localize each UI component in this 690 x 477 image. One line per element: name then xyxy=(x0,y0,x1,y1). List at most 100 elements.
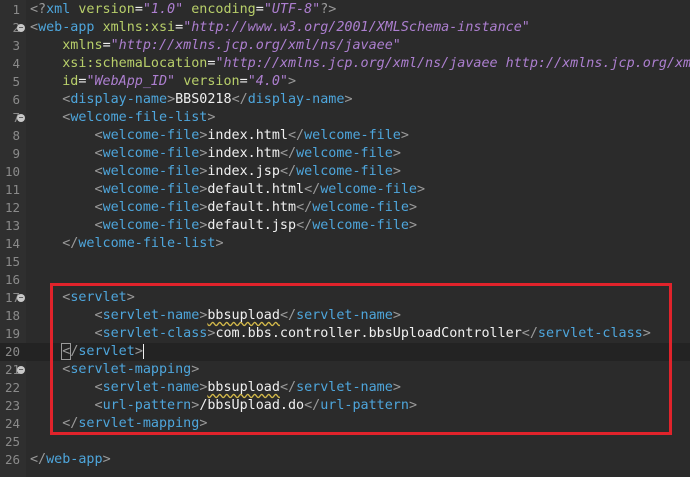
code-line[interactable]: 4 xsi:schemaLocation="http://xmlns.jcp.o… xyxy=(0,55,690,73)
line-number: 10 xyxy=(4,164,20,179)
bracket-token: > xyxy=(288,74,297,89)
attribute-token: xsi:schemaLocation xyxy=(62,56,208,71)
attribute-token: version xyxy=(183,74,240,89)
line-number: 4 xyxy=(12,56,20,71)
line-number: 19 xyxy=(4,326,20,341)
tag-name-token: welcome-file xyxy=(102,182,200,197)
line-number: 24 xyxy=(4,416,20,431)
line-number: 13 xyxy=(4,218,20,233)
line-number: 20 xyxy=(4,344,20,359)
tag-name-token: welcome-file xyxy=(102,164,200,179)
code-line[interactable]: 13 <welcome-file>default.jsp</welcome-fi… xyxy=(0,217,690,235)
code-line[interactable]: 12 <welcome-file>default.htm</welcome-fi… xyxy=(0,199,690,217)
code-text: <welcome-file>index.jsp</welcome-file> xyxy=(30,163,401,181)
attribute-value-token: "http://xmlns.jcp.org/xml/ns/javaee" xyxy=(110,38,401,53)
code-line[interactable]: 14 </welcome-file-list> xyxy=(0,235,690,253)
bracket-token: </ xyxy=(296,200,313,215)
code-line[interactable]: 9 <welcome-file>index.htm</welcome-file> xyxy=(0,145,690,163)
bracket-token: < xyxy=(94,128,103,143)
line-number: 9 xyxy=(12,146,20,161)
code-line[interactable]: 2−<web-app xmlns:xsi="http://www.w3.org/… xyxy=(0,19,690,37)
attribute-token: version xyxy=(78,2,135,17)
bracket-token: </ xyxy=(288,128,305,143)
text-token: = xyxy=(134,2,143,17)
attribute-token: encoding xyxy=(191,2,256,17)
bracket-token: </ xyxy=(304,182,321,197)
attribute-value-token: "1.0" xyxy=(142,2,184,17)
tag-name-token: welcome-file xyxy=(102,218,200,233)
text-token: = xyxy=(175,20,184,35)
fold-collapse-icon[interactable]: − xyxy=(17,294,25,302)
bracket-token: </ xyxy=(231,92,248,107)
code-line[interactable]: 1 <?xml version="1.0" encoding="UTF-8"?> xyxy=(0,1,690,19)
tag-name-token: display-name xyxy=(70,92,168,107)
code-text: <display-name>BBS0218</display-name> xyxy=(30,91,353,109)
attribute-value-token: "4.0" xyxy=(247,74,288,89)
tag-name-token: welcome-file-list xyxy=(70,110,208,125)
text-token: default.htm xyxy=(207,200,297,215)
tag-name-token: welcome-file xyxy=(296,146,393,161)
fold-collapse-icon[interactable]: − xyxy=(17,114,25,122)
bracket-token: </ xyxy=(279,164,297,179)
attribute-token: xmlns xyxy=(62,38,103,53)
bracket-token: </ xyxy=(279,146,297,161)
text-token: default.jsp xyxy=(207,218,297,233)
tag-name-token: welcome-file-list xyxy=(78,236,216,251)
code-text: <web-app xmlns:xsi="http://www.w3.org/20… xyxy=(30,19,530,37)
bracket-token: > xyxy=(392,164,401,179)
text-token: default.html xyxy=(207,182,305,197)
code-line[interactable]: 3 xmlns="http://xmlns.jcp.org/xml/ns/jav… xyxy=(0,37,690,55)
code-text: <welcome-file>default.jsp</welcome-file> xyxy=(30,217,418,235)
code-line[interactable]: 15 xyxy=(0,253,690,271)
bracket-token: </ xyxy=(62,236,79,251)
tag-name-token: welcome-file xyxy=(102,146,200,161)
line-number: 15 xyxy=(4,254,20,269)
code-text: xmlns="http://xmlns.jcp.org/xml/ns/javae… xyxy=(30,37,401,55)
bracket-token: > xyxy=(344,92,353,107)
text-token: index.html xyxy=(207,128,288,143)
line-number: 6 xyxy=(12,92,20,107)
attribute-token: id xyxy=(62,74,79,89)
fold-collapse-icon[interactable]: − xyxy=(17,366,25,374)
code-text: </web-app> xyxy=(30,451,111,469)
code-text: <welcome-file>default.htm</welcome-file> xyxy=(30,199,418,217)
bracket-token: > xyxy=(167,92,176,107)
code-text: <?xml version="1.0" encoding="UTF-8"?> xyxy=(30,1,336,19)
bracket-token: > xyxy=(408,200,417,215)
line-number: 16 xyxy=(4,272,20,287)
code-line[interactable]: 11 <welcome-file>default.html</welcome-f… xyxy=(0,181,690,199)
attribute-value-token: "http://www.w3.org/2001/XMLSchema-instan… xyxy=(183,20,530,35)
line-number: 23 xyxy=(4,398,20,413)
fold-collapse-icon[interactable]: − xyxy=(17,24,25,32)
attribute-value-token: "http://xmlns.jcp.org/xml/ns/javaee http… xyxy=(215,56,690,71)
line-number: 25 xyxy=(4,434,20,449)
code-line[interactable]: 6 <display-name>BBS0218</display-name> xyxy=(0,91,690,109)
line-number: 26 xyxy=(4,452,20,467)
code-line[interactable]: 25 xyxy=(0,433,690,451)
tag-name-token: welcome-file xyxy=(312,200,409,215)
bracket-token: </ xyxy=(296,218,313,233)
line-number: 18 xyxy=(4,308,20,323)
tag-name-token: welcome-file xyxy=(296,164,393,179)
tag-name-token: welcome-file xyxy=(320,182,417,197)
line-number: 3 xyxy=(12,38,20,53)
code-line[interactable]: 26 </web-app> xyxy=(0,451,690,469)
text-token: = xyxy=(239,74,248,89)
attribute-value-token: "WebApp_ID" xyxy=(86,74,176,89)
code-line[interactable]: 7− <welcome-file-list> xyxy=(0,109,690,127)
code-line[interactable]: 10 <welcome-file>index.jsp</welcome-file… xyxy=(0,163,690,181)
text-token: = xyxy=(255,2,264,17)
text-token: BBS0218 xyxy=(175,92,232,107)
bracket-token: < xyxy=(30,20,39,35)
code-line[interactable]: 5 id="WebApp_ID" version="4.0"> xyxy=(0,73,690,91)
code-line[interactable]: 8 <welcome-file>index.html</welcome-file… xyxy=(0,127,690,145)
bracket-token: > xyxy=(215,236,224,251)
tag-name-token: welcome-file xyxy=(102,200,200,215)
code-text: xsi:schemaLocation="http://xmlns.jcp.org… xyxy=(30,55,690,73)
